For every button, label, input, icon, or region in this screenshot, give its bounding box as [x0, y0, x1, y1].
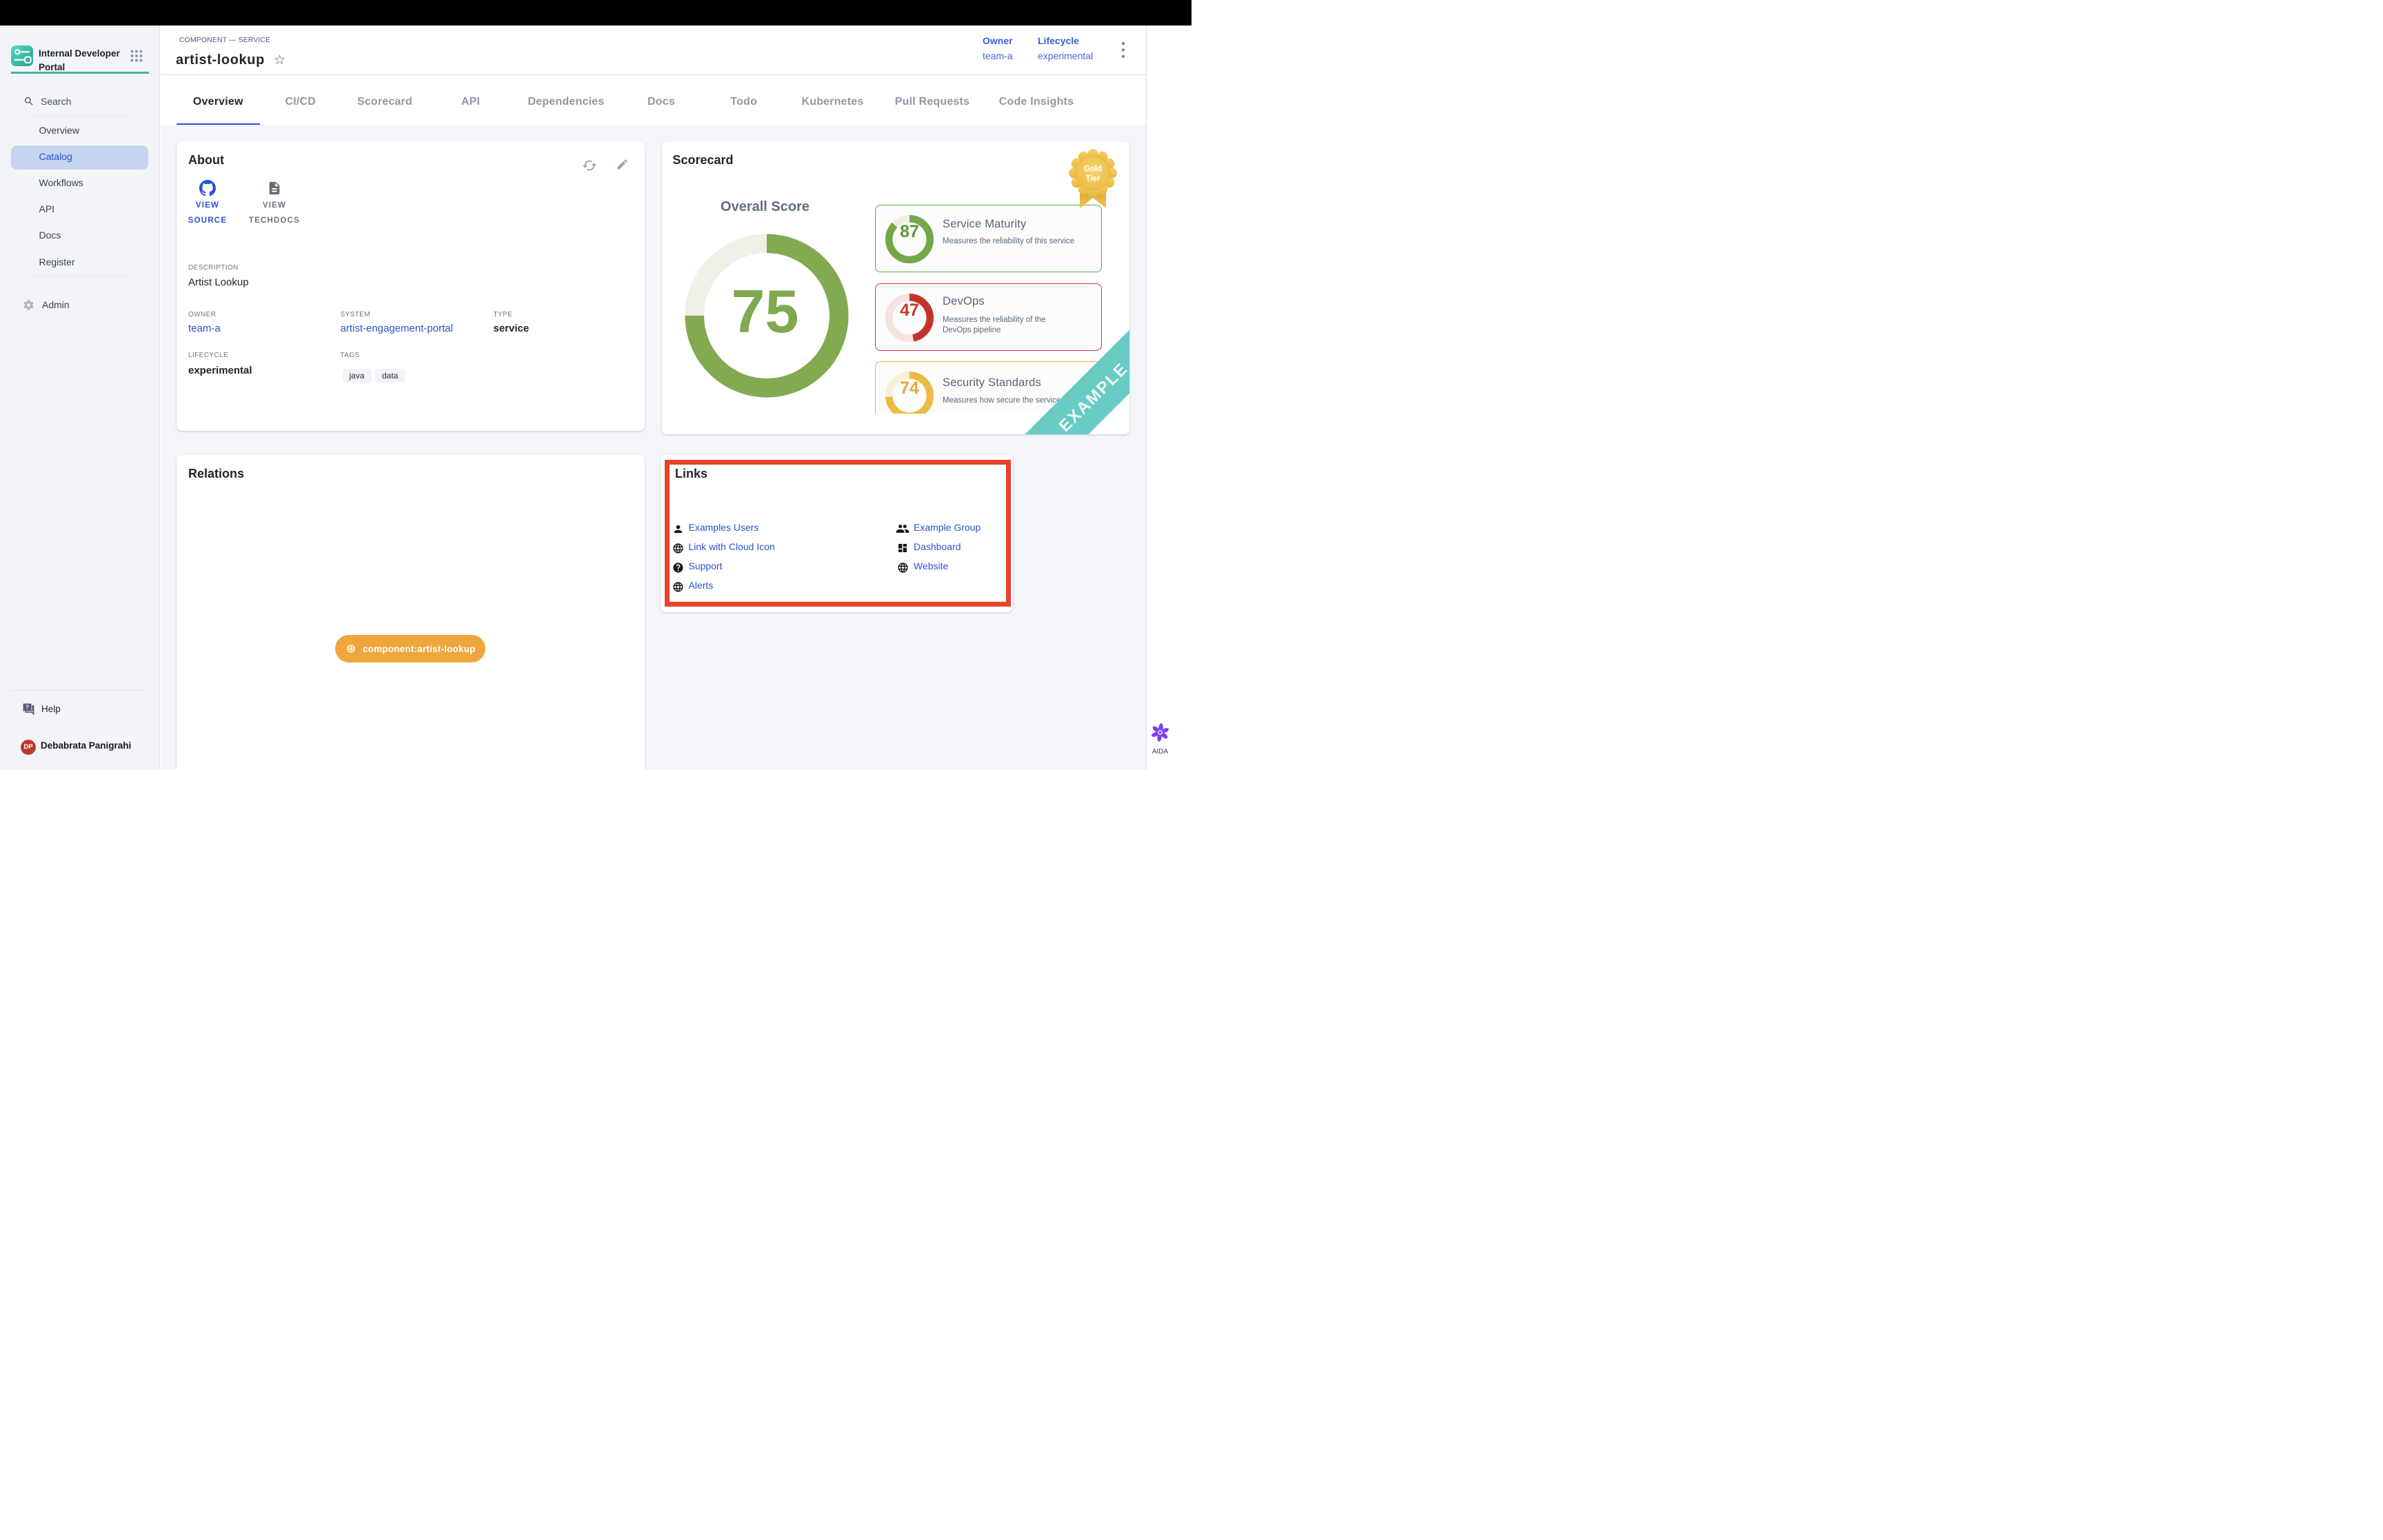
svg-text:Tier: Tier [1085, 174, 1100, 183]
svg-text:Gold: Gold [1083, 165, 1101, 173]
svg-text:?: ? [26, 703, 29, 710]
